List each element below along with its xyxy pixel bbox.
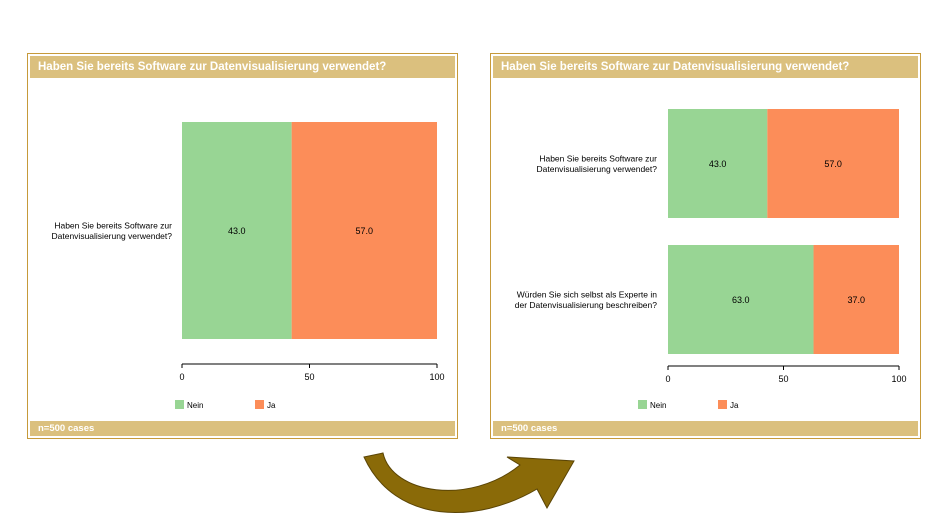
x-tick-label: 100 xyxy=(429,372,444,382)
data-label: 43.0 xyxy=(228,226,246,236)
legend-label: Ja xyxy=(267,401,276,410)
category-label: Haben Sie bereits Software zur xyxy=(54,220,172,230)
category-label: Haben Sie bereits Software zur xyxy=(539,153,657,163)
category-label: der Datenvisualisierung beschreiben? xyxy=(515,300,657,310)
legend-label: Ja xyxy=(730,401,739,410)
legend-label: Nein xyxy=(187,401,203,410)
chart-panel-double: Haben Sie bereits Software zur Datenvisu… xyxy=(490,53,921,439)
chart-panel-single: Haben Sie bereits Software zur Datenvisu… xyxy=(27,53,458,439)
category-label: Datenvisualisierung verwendet? xyxy=(537,164,658,174)
chart-footer: n=500 cases xyxy=(30,421,455,436)
x-tick-label: 100 xyxy=(891,374,906,384)
chart-footer: n=500 cases xyxy=(493,421,918,436)
x-tick-label: 50 xyxy=(304,372,314,382)
x-tick-label: 0 xyxy=(665,374,670,384)
stacked-bar-chart-single: 43.0 57.0 Haben Sie bereits Software zurDa… xyxy=(52,122,445,410)
data-label: 57.0 xyxy=(824,159,842,169)
legend-swatch-ja xyxy=(255,400,264,409)
x-tick-label: 50 xyxy=(778,374,788,384)
data-label: 57.0 xyxy=(356,226,374,236)
stacked-bar-chart-double: 43.0 57.0 Haben Sie bereits Software zurDa… xyxy=(515,109,907,410)
legend-swatch-ja xyxy=(718,400,727,409)
legend-swatch-nein xyxy=(638,400,647,409)
data-label: 37.0 xyxy=(847,295,865,305)
data-label: 63.0 xyxy=(732,295,750,305)
category-label: Datenvisualisierung verwendet? xyxy=(52,231,173,241)
category-label: Würden Sie sich selbst als Experte in xyxy=(517,289,658,299)
legend-swatch-nein xyxy=(175,400,184,409)
legend-label: Nein xyxy=(650,401,666,410)
data-label: 43.0 xyxy=(709,159,727,169)
x-tick-label: 0 xyxy=(179,372,184,382)
